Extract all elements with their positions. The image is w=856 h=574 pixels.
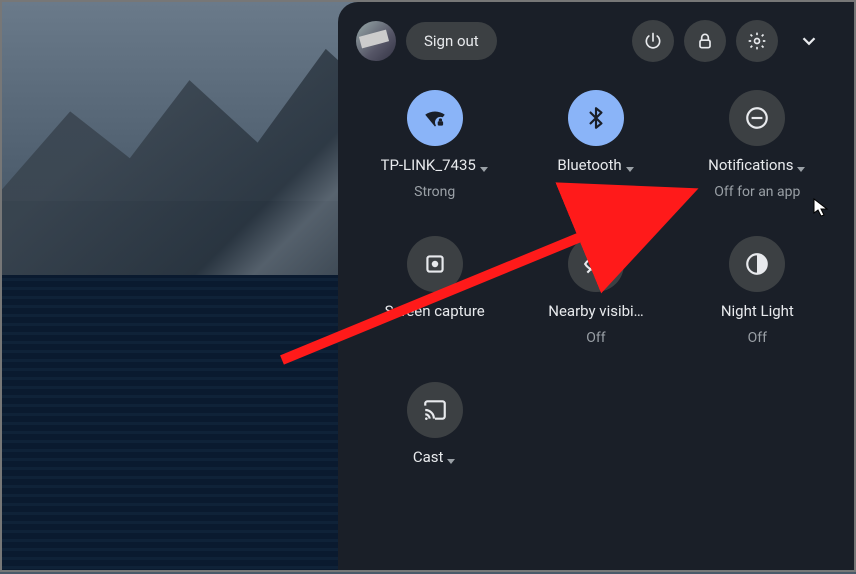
power-icon — [643, 31, 663, 51]
nearby-label-text: Nearby visibi… — [548, 302, 643, 320]
quick-settings-panel: Sign out TP-LINK_7435 — [338, 2, 854, 570]
tile-sub: On — [587, 184, 604, 200]
cast-label-text: Cast — [413, 448, 444, 466]
tile-notifications: Notifications Off for an app — [681, 90, 834, 200]
power-button[interactable] — [632, 20, 674, 62]
tile-wifi: TP-LINK_7435 Strong — [358, 90, 511, 200]
wifi-toggle[interactable] — [407, 90, 463, 146]
tile-label[interactable]: Bluetooth — [557, 156, 634, 174]
tile-bluetooth: Bluetooth On — [519, 90, 672, 200]
lock-button[interactable] — [684, 20, 726, 62]
bluetooth-toggle[interactable] — [568, 90, 624, 146]
nearby-visibility-toggle[interactable] — [568, 236, 624, 292]
tile-label[interactable]: TP-LINK_7435 — [381, 156, 489, 174]
chevron-down-icon — [798, 30, 820, 52]
caret-icon — [796, 160, 806, 170]
tile-night-light: Night Light Off — [681, 236, 834, 346]
sign-out-button[interactable]: Sign out — [406, 22, 497, 60]
mouse-cursor — [813, 198, 829, 218]
night-light-toggle[interactable] — [729, 236, 785, 292]
tile-screen-capture: Screen capture — [358, 236, 511, 346]
tile-sub: Strong — [414, 184, 455, 200]
tile-label[interactable]: Nearby visibi… — [548, 302, 643, 320]
cast-icon — [422, 397, 448, 423]
caret-icon — [625, 160, 635, 170]
tile-sub: Off for an app — [714, 184, 800, 200]
tile-cast: Cast — [358, 382, 511, 476]
bluetooth-label-text: Bluetooth — [557, 156, 621, 174]
do-not-disturb-icon — [744, 105, 770, 131]
caret-icon — [446, 452, 456, 462]
screen-capture-label-text: Screen capture — [385, 302, 485, 321]
tile-nearby-visibility: Nearby visibi… Off — [519, 236, 672, 346]
notifications-label-text: Notifications — [708, 156, 793, 174]
screen-capture-icon — [422, 251, 448, 277]
user-avatar[interactable] — [356, 21, 396, 61]
caret-icon — [479, 160, 489, 170]
tile-label[interactable]: Night Light — [721, 302, 794, 320]
wifi-label-text: TP-LINK_7435 — [381, 156, 476, 174]
tile-label[interactable]: Notifications — [708, 156, 806, 174]
notifications-toggle[interactable] — [729, 90, 785, 146]
visibility-off-icon — [583, 251, 609, 277]
collapse-button[interactable] — [788, 30, 830, 52]
screen-capture-button[interactable] — [407, 236, 463, 292]
tile-sub: Off — [586, 330, 605, 346]
bluetooth-icon — [583, 105, 609, 131]
panel-header: Sign out — [354, 16, 838, 80]
gear-icon — [747, 31, 767, 51]
wifi-icon — [422, 105, 448, 131]
tile-sub: Off — [748, 330, 767, 346]
tile-label[interactable]: Cast — [413, 448, 457, 466]
cast-button[interactable] — [407, 382, 463, 438]
settings-button[interactable] — [736, 20, 778, 62]
lock-icon — [695, 31, 715, 51]
night-light-label-text: Night Light — [721, 302, 794, 320]
quick-tiles-grid: TP-LINK_7435 Strong Bluetooth On — [354, 80, 838, 476]
tile-label[interactable]: Screen capture — [385, 302, 485, 321]
night-light-icon — [744, 251, 770, 277]
